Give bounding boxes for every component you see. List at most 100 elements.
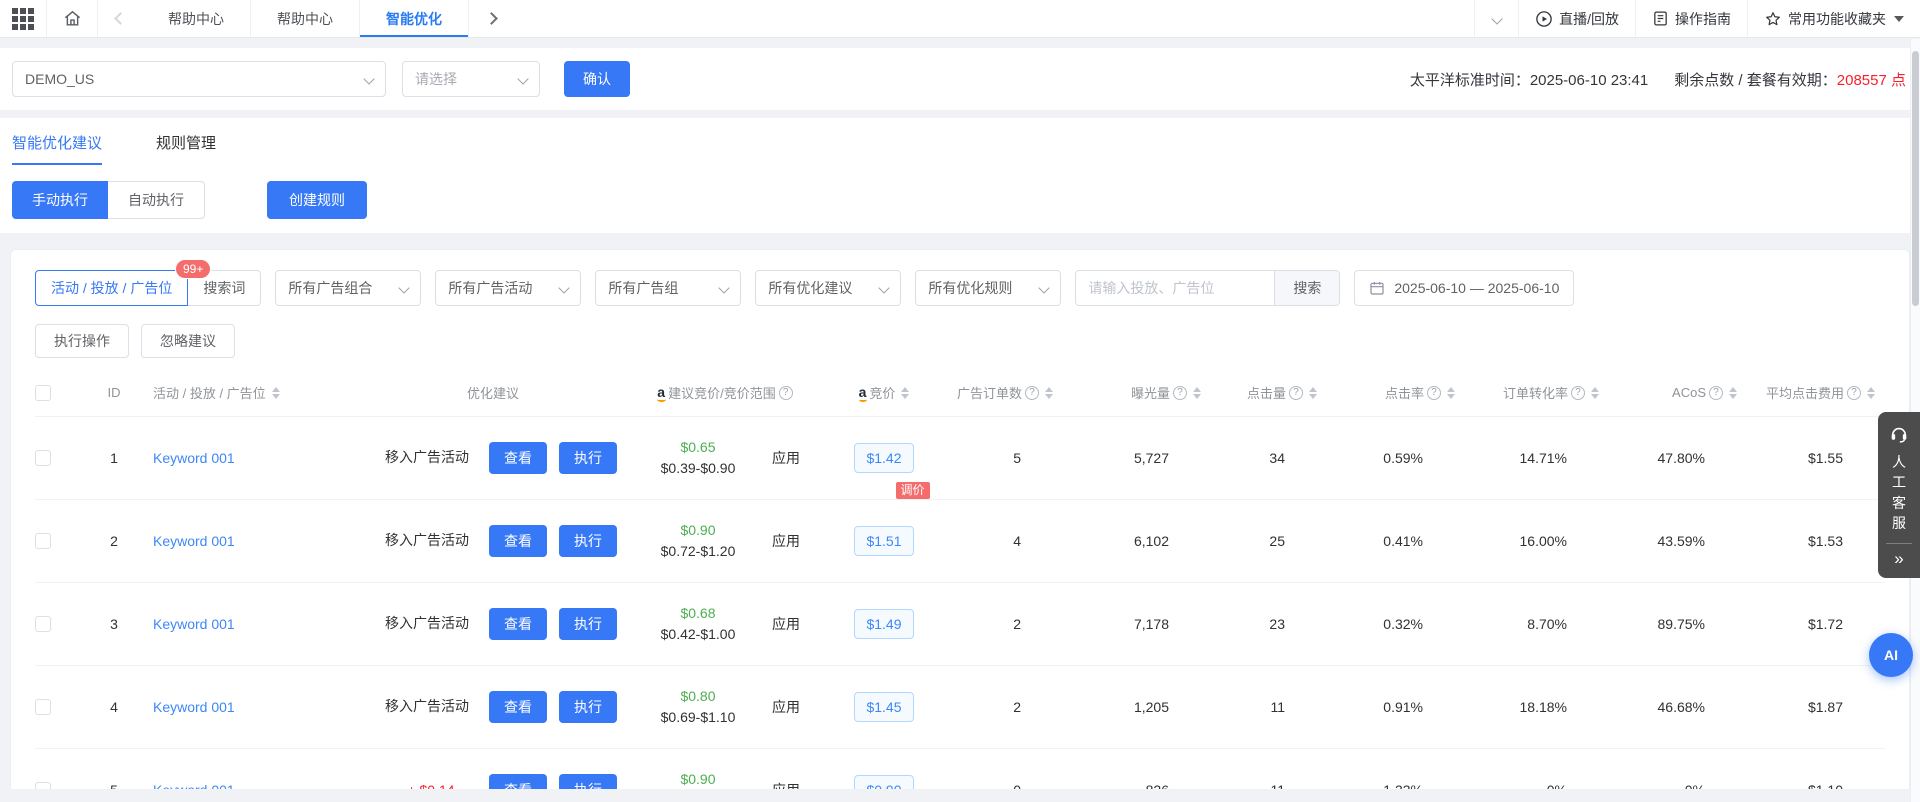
sort-icon[interactable] xyxy=(1309,387,1317,399)
tab-smart-suggestions[interactable]: 智能优化建议 xyxy=(12,132,102,165)
segment-campaign-placement[interactable]: 活动 / 投放 / 广告位 99+ xyxy=(35,270,188,306)
cvr-value: 18.18% xyxy=(1465,665,1609,748)
chevron-down-icon xyxy=(399,282,410,293)
sort-icon[interactable] xyxy=(1447,387,1455,399)
search-button[interactable]: 搜索 xyxy=(1275,270,1340,306)
view-button[interactable]: 查看 xyxy=(489,608,547,640)
current-bid-button[interactable]: $1.51 xyxy=(854,526,913,556)
favorites-menu-button[interactable]: 常用功能收藏夹 xyxy=(1747,0,1920,37)
confirm-button[interactable]: 确认 xyxy=(564,61,630,97)
apply-link[interactable]: 应用 xyxy=(772,697,800,717)
tab-rule-management[interactable]: 规则管理 xyxy=(156,132,216,165)
sort-icon[interactable] xyxy=(1729,387,1737,399)
help-icon[interactable]: ? xyxy=(1709,386,1723,400)
execute-button[interactable]: 执行 xyxy=(559,691,617,723)
tab-scroll-right-button[interactable] xyxy=(469,0,513,37)
portfolio-select[interactable]: 所有广告组合 xyxy=(275,270,421,306)
timezone-text: 太平洋标准时间：2025-06-10 23:41 xyxy=(1410,69,1648,90)
row-checkbox[interactable] xyxy=(35,699,51,715)
live-replay-button[interactable]: 直播/回放 xyxy=(1518,0,1635,37)
execute-button[interactable]: 执行 xyxy=(559,442,617,474)
execute-button[interactable]: 执行 xyxy=(559,774,617,789)
help-icon[interactable]: ? xyxy=(1025,386,1039,400)
ignore-suggestion-button[interactable]: 忽略建议 xyxy=(141,324,235,358)
current-bid-value: $1.49 xyxy=(866,616,901,632)
auto-execute-button[interactable]: 自动执行 xyxy=(108,181,205,219)
keyword-link[interactable]: Keyword 001 xyxy=(153,450,235,466)
execute-operation-button[interactable]: 执行操作 xyxy=(35,324,129,358)
sort-icon[interactable] xyxy=(1867,387,1875,399)
page-tab-help-1[interactable]: 帮助中心 xyxy=(142,0,251,37)
search-input[interactable] xyxy=(1075,270,1275,306)
date-range-picker[interactable]: 2025-06-10 — 2025-06-10 xyxy=(1354,270,1574,306)
current-bid-button[interactable]: $1.45 xyxy=(854,692,913,722)
impressions-value: 6,102 xyxy=(1063,499,1211,582)
target-type-segment: 活动 / 投放 / 广告位 99+ 搜索词 xyxy=(35,270,261,306)
create-rule-button[interactable]: 创建规则 xyxy=(267,181,367,219)
current-bid-button[interactable]: $1.42 xyxy=(854,443,913,473)
manual-execute-button[interactable]: 手动执行 xyxy=(12,181,108,219)
row-checkbox[interactable] xyxy=(35,782,51,789)
scrollbar-thumb[interactable] xyxy=(1912,51,1919,306)
sort-icon[interactable] xyxy=(1045,387,1053,399)
clicks-value: 25 xyxy=(1211,499,1327,582)
ai-assistant-button[interactable]: AI xyxy=(1869,633,1913,677)
apply-link[interactable]: 应用 xyxy=(772,614,800,634)
collapse-button[interactable]: » xyxy=(1894,546,1903,572)
help-icon[interactable]: ? xyxy=(1571,386,1585,400)
keyword-link[interactable]: Keyword 001 xyxy=(153,616,235,632)
page-tab-help-2[interactable]: 帮助中心 xyxy=(251,0,360,37)
shop-select[interactable]: DEMO_US xyxy=(12,61,386,97)
keyword-link[interactable]: Keyword 001 xyxy=(153,782,235,789)
play-circle-icon xyxy=(1535,10,1553,28)
keyword-link[interactable]: Keyword 001 xyxy=(153,533,235,549)
app-grid-button[interactable] xyxy=(0,0,46,37)
tab-scroll-left-button[interactable] xyxy=(98,0,142,37)
help-icon[interactable]: ? xyxy=(1847,386,1861,400)
apply-link[interactable]: 应用 xyxy=(772,448,800,468)
chevron-left-icon xyxy=(114,12,127,25)
view-button[interactable]: 查看 xyxy=(489,442,547,474)
keyword-link[interactable]: Keyword 001 xyxy=(153,699,235,715)
apply-link[interactable]: 应用 xyxy=(772,531,800,551)
help-icon[interactable]: ? xyxy=(1289,386,1303,400)
help-icon[interactable]: ? xyxy=(1427,386,1441,400)
select-value: 所有广告组 xyxy=(608,278,678,298)
current-bid-button[interactable]: $1.49 xyxy=(854,609,913,639)
home-button[interactable] xyxy=(46,0,98,37)
live-replay-label: 直播/回放 xyxy=(1559,9,1619,29)
help-icon[interactable]: ? xyxy=(1173,386,1187,400)
apply-link[interactable]: 应用 xyxy=(772,780,800,789)
rule-select[interactable]: 所有优化规则 xyxy=(915,270,1061,306)
ad-group-select[interactable]: 所有广告组 xyxy=(595,270,741,306)
current-bid-button[interactable]: $0.90 xyxy=(854,775,913,789)
sort-icon[interactable] xyxy=(272,387,280,399)
acos-value: 0% xyxy=(1609,748,1747,789)
execute-button[interactable]: 执行 xyxy=(559,525,617,557)
col-header-orders: 广告订单数 xyxy=(957,383,1022,402)
row-id: 2 xyxy=(81,499,147,582)
customer-service-widget[interactable]: 人工客服 » xyxy=(1878,412,1920,578)
select-all-checkbox[interactable] xyxy=(35,385,51,401)
row-checkbox[interactable] xyxy=(35,616,51,632)
page-tab-smart-optimize[interactable]: 智能优化 xyxy=(360,0,469,37)
select-value: 所有广告活动 xyxy=(448,278,532,298)
operation-guide-button[interactable]: 操作指南 xyxy=(1635,0,1747,37)
type-select[interactable]: 请选择 xyxy=(402,61,540,97)
orders-value: 2 xyxy=(945,582,1063,665)
view-button[interactable]: 查看 xyxy=(489,691,547,723)
spacer xyxy=(0,110,1920,118)
sort-icon[interactable] xyxy=(1193,387,1201,399)
view-button[interactable]: 查看 xyxy=(489,774,547,789)
tab-list-dropdown-button[interactable] xyxy=(1474,0,1518,37)
execute-button[interactable]: 执行 xyxy=(559,608,617,640)
sort-icon[interactable] xyxy=(901,387,909,399)
view-button[interactable]: 查看 xyxy=(489,525,547,557)
help-icon[interactable]: ? xyxy=(779,386,793,400)
suggestion-type-select[interactable]: 所有优化建议 xyxy=(755,270,901,306)
campaign-select[interactable]: 所有广告活动 xyxy=(435,270,581,306)
row-checkbox[interactable] xyxy=(35,450,51,466)
row-checkbox[interactable] xyxy=(35,533,51,549)
sort-icon[interactable] xyxy=(1591,387,1599,399)
col-header-cvr: 订单转化率 xyxy=(1503,383,1568,402)
